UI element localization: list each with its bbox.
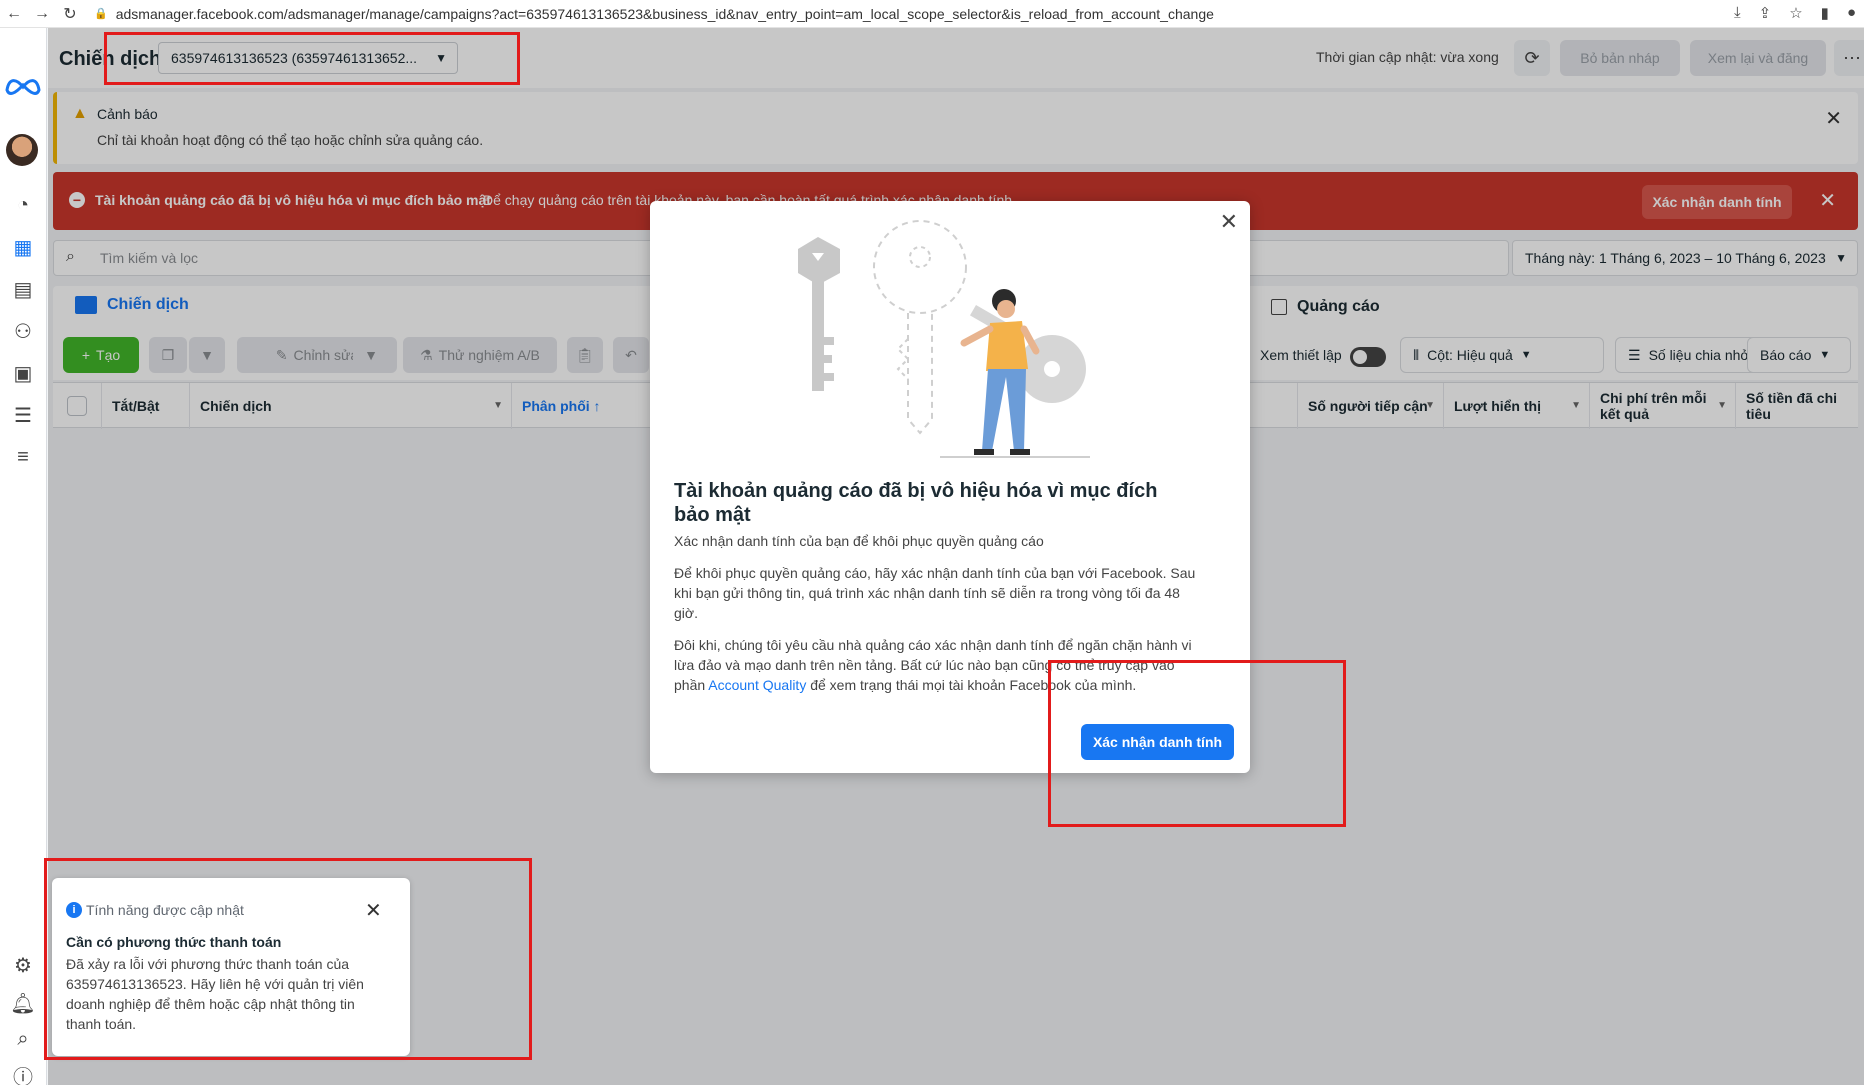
audiences-icon[interactable]: ⚇ bbox=[6, 316, 40, 346]
help-icon[interactable]: ⓘ bbox=[6, 1060, 40, 1085]
dashboard-icon[interactable]: ◔ bbox=[6, 190, 40, 220]
url-text: adsmanager.facebook.com/adsmanager/manag… bbox=[115, 5, 1214, 22]
keys-illustration bbox=[798, 220, 1090, 458]
install-icon[interactable]: ⤓ bbox=[1734, 4, 1741, 22]
back-icon[interactable]: ← bbox=[0, 5, 28, 23]
profile-icon[interactable]: ● bbox=[1847, 4, 1856, 22]
close-icon[interactable]: ✕ bbox=[1220, 209, 1238, 235]
lock-icon: 🔒 bbox=[94, 8, 108, 20]
billing-icon[interactable]: ☰ bbox=[6, 400, 40, 430]
meta-logo-icon[interactable] bbox=[4, 74, 42, 98]
dialog-title: Tài khoản quảng cáo đã bị vô hiệu hóa vì… bbox=[674, 480, 1158, 526]
search-icon[interactable]: ⌕ bbox=[6, 1024, 40, 1054]
share-icon[interactable]: ⇪ bbox=[1759, 4, 1772, 22]
campaigns-table-icon[interactable]: ▦ bbox=[6, 232, 40, 262]
forward-icon[interactable]: → bbox=[28, 5, 56, 23]
avatar[interactable] bbox=[6, 134, 38, 166]
annotation-box-notification bbox=[44, 858, 532, 1060]
address-bar[interactable]: 🔒 adsmanager.facebook.com/adsmanager/man… bbox=[94, 6, 1694, 22]
settings-gear-icon[interactable]: ⚙ bbox=[6, 950, 40, 980]
browser-toolbar: ← → ↻ 🔒 adsmanager.facebook.com/adsmanag… bbox=[0, 0, 1864, 28]
reports-icon[interactable]: ▤ bbox=[6, 274, 40, 304]
sidepanel-icon[interactable]: ▮ bbox=[1821, 4, 1829, 22]
reload-icon[interactable]: ↻ bbox=[56, 4, 84, 24]
left-nav-rail: ◔ ▦ ▤ ⚇ ▣ ☰ ≡ ⚙ 🔔︎ ⌕ ⓘ bbox=[0, 28, 47, 1085]
media-library-icon[interactable]: ▣ bbox=[6, 358, 40, 388]
annotation-box-account bbox=[104, 32, 520, 85]
dialog-paragraph-1: Để khôi phục quyền quảng cáo, hãy xác nh… bbox=[674, 565, 1196, 621]
bookmark-star-icon[interactable]: ☆ bbox=[1789, 4, 1802, 22]
annotation-box-verify bbox=[1048, 660, 1346, 827]
dialog-subtitle: Xác nhận danh tính của bạn để khôi phục … bbox=[674, 533, 1044, 549]
notifications-bell-icon[interactable]: 🔔︎ bbox=[6, 988, 40, 1018]
menu-icon[interactable]: ≡ bbox=[6, 442, 40, 472]
account-quality-link[interactable]: Account Quality bbox=[708, 677, 806, 693]
